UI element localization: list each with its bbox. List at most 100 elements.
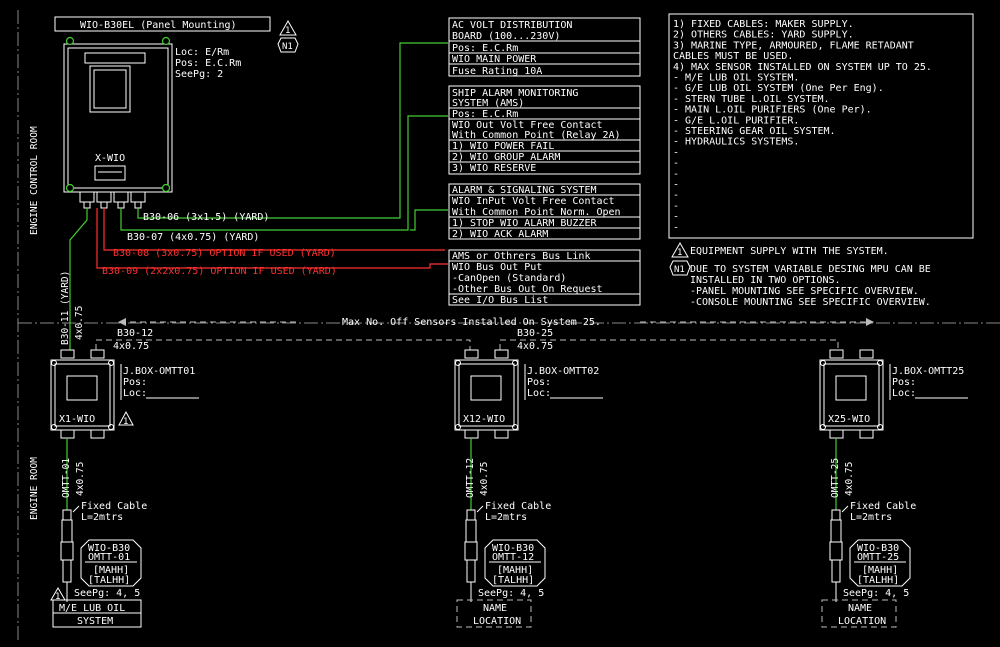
sensor-tag-line: OMTT-12	[492, 552, 534, 563]
note-line: -	[673, 147, 679, 158]
fixed-cable-length: L=2mtrs	[485, 512, 527, 523]
note-line: 2) OTHERS CABLES: YARD SUPPLY.	[673, 30, 854, 41]
legend-n1: N1 DUE TO SYSTEM VARIABLE DESING MPU CAN…	[669, 260, 931, 308]
sensor-tag-line: [TALHH]	[492, 575, 534, 586]
bus-link-b30-12	[95, 339, 471, 350]
svg-text:INSTALLED IN TWO OPTIONS.: INSTALLED IN TWO OPTIONS.	[690, 275, 841, 286]
fixed-cable-label: Fixed Cable	[850, 501, 916, 512]
note-line: 3) MARINE TYPE, ARMOURED, FLAME RETADANT	[673, 40, 914, 51]
mark-one-jbox: 1	[118, 410, 134, 427]
note-line: - M/E LUB OIL SYSTEM.	[673, 73, 799, 84]
panel-glands	[79, 191, 146, 209]
svg-text:1: 1	[677, 248, 682, 258]
svg-text:1: 1	[55, 592, 60, 602]
jbox-label: J.BOX-OMTT02	[527, 366, 599, 377]
alarm-signaling-box: ALARM & SIGNALING SYSTEM WIO InPut Volt …	[448, 183, 641, 240]
junction-boxes: X1-WIOJ.BOX-OMTT01Pos:Loc:1OMTT-01 4x0.75…	[50, 349, 968, 628]
sensor-cable-label: OMTT-25	[830, 458, 841, 498]
max-sensors-note: Max No. Off Sensors Installed On System …	[342, 317, 601, 328]
note-line: - STEERING GEAR OIL SYSTEM.	[673, 126, 836, 137]
cable-size-b30-12: 4x0.75	[113, 341, 149, 352]
svg-text:BOARD (100...230V): BOARD (100...230V)	[452, 31, 560, 42]
jbox-pos: Pos:	[892, 377, 916, 388]
note-line: -	[673, 222, 679, 233]
note-line: -	[673, 201, 679, 212]
svg-text:1: 1	[285, 26, 290, 36]
svg-text:AMS or Othrers Bus Link: AMS or Othrers Bus Link	[452, 251, 590, 262]
cable-label-b30-12: B30-12	[117, 328, 153, 339]
svg-text:3) WIO RESERVE: 3) WIO RESERVE	[452, 163, 536, 174]
fixed-cable-length: L=2mtrs	[850, 512, 892, 523]
svg-text:-CONSOLE MOUNTING SEE SPECIFIC: -CONSOLE MOUNTING SEE SPECIFIC OVERVIEW.	[690, 297, 931, 308]
svg-text:N1: N1	[282, 42, 293, 52]
svg-text:WIO InPut Volt Free Contact: WIO InPut Volt Free Contact	[452, 196, 615, 207]
note-line: 1) FIXED CABLES: MAKER SUPPLY.	[673, 19, 854, 30]
svg-text:1: 1	[123, 417, 128, 427]
note-line: CABLES MUST BE USED.	[673, 51, 793, 62]
panel-loc: Loc: E/Rm	[175, 47, 229, 58]
room-label-engine: ENGINE ROOM	[29, 457, 40, 520]
note-line: -	[673, 158, 679, 169]
note-line: - MAIN L.OIL PURIFIERS (One Per).	[673, 105, 872, 116]
system-location: SYSTEM	[77, 616, 113, 627]
sensor-cable-size: 4x0.75	[844, 462, 855, 496]
junction-box-1: X1-WIOJ.BOX-OMTT01Pos:Loc:1OMTT-01 4x0.75…	[50, 349, 199, 628]
jbox-unit-name: X12-WIO	[463, 414, 505, 425]
svg-text:With Common Point (Relay 2A): With Common Point (Relay 2A)	[452, 130, 621, 141]
svg-text:-Other Bus Out On Request: -Other Bus Out On Request	[452, 284, 603, 295]
note-line: -	[673, 180, 679, 191]
cable-label-b30-25: B30-25	[517, 328, 553, 339]
svg-text:2) WIO GROUP ALARM: 2) WIO GROUP ALARM	[452, 152, 560, 163]
jbox-loc: Loc:	[892, 388, 916, 399]
note-line: -	[673, 169, 679, 180]
sensor-seepg: SeePg: 4, 5	[843, 588, 909, 599]
panel-seepg: SeePg: 2	[175, 69, 223, 80]
sensor-seepg: SeePg: 4, 5	[74, 588, 140, 599]
jbox-label: J.BOX-OMTT25	[892, 366, 964, 377]
jbox-pos: Pos:	[123, 377, 147, 388]
jbox-label: J.BOX-OMTT01	[123, 366, 195, 377]
cable-label-b30-09: B30-09 (2x2x0.75) OPTION IF USED (YARD)	[102, 266, 337, 277]
panel-title: WIO-B30EL (Panel Mounting)	[80, 20, 237, 31]
sensor-cable-label: OMTT-12	[465, 458, 476, 498]
notes-list: 1) FIXED CABLES: MAKER SUPPLY.2) OTHERS …	[673, 19, 932, 233]
wiring-diagram: ENGINE CONTROL ROOM ENGINE ROOM WIO-B30E…	[0, 0, 1000, 647]
panel-display	[89, 65, 131, 113]
system-location: LOCATION	[473, 616, 521, 627]
svg-text:WIO Bus Out Put: WIO Bus Out Put	[452, 262, 542, 273]
fixed-cable-label: Fixed Cable	[81, 501, 147, 512]
sensor-tag-line: OMTT-01	[88, 552, 130, 563]
system-name: NAME	[848, 603, 872, 614]
cable-label-b30-08: B30-08 (3x0.75) OPTION IF USED (YARD)	[113, 248, 336, 259]
bus-link-box: AMS or Othrers Bus Link WIO Bus Out Put …	[448, 249, 641, 306]
panel-pos: Pos: E.C.Rm	[175, 58, 241, 69]
note-line: 4) MAX SENSOR INSTALLED ON SYSTEM UP TO …	[673, 62, 932, 73]
diagram-svg: ENGINE CONTROL ROOM ENGINE ROOM WIO-B30E…	[17, 10, 1000, 640]
jbox-pos: Pos:	[527, 377, 551, 388]
svg-text:With Common Point Norm. Open: With Common Point Norm. Open	[452, 207, 621, 218]
ac-distribution-box: AC VOLT DISTRIBUTION BOARD (100...230V) …	[448, 17, 641, 77]
jbox-loc: Loc:	[527, 388, 551, 399]
svg-text:See I/O Bus List: See I/O Bus List	[452, 295, 548, 306]
cable-size-b30-11: 4x0.75	[74, 306, 85, 340]
svg-text:Fuse Rating 10A: Fuse Rating 10A	[452, 66, 542, 77]
svg-text:Pos: E.C.Rm: Pos: E.C.Rm	[452, 43, 518, 54]
sensor-tag-line: OMTT-25	[857, 552, 899, 563]
note-line: - STERN TUBE L.OIL SYSTEM.	[673, 94, 830, 105]
svg-text:ALARM & SIGNALING SYSTEM: ALARM & SIGNALING SYSTEM	[452, 185, 597, 196]
system-location: LOCATION	[838, 616, 886, 627]
cable-size-b30-25: 4x0.75	[517, 341, 553, 352]
sensor-cable-size: 4x0.75	[479, 462, 490, 496]
svg-text:1) WIO POWER FAIL: 1) WIO POWER FAIL	[452, 141, 554, 152]
svg-text:-CanOpen (Standard): -CanOpen (Standard)	[452, 273, 566, 284]
room-label-control: ENGINE CONTROL ROOM	[29, 126, 40, 235]
note-line: - G/E L.OIL PURIFIER.	[673, 115, 799, 126]
mark-n1-panel: N1	[277, 37, 299, 53]
svg-text:DUE TO SYSTEM VARIABLE DESING: DUE TO SYSTEM VARIABLE DESING MPU CAN BE	[690, 264, 931, 275]
cable-label-b30-11: B30-11 (YARD)	[60, 271, 71, 345]
cable-label-b30-06: B30-06 (3x1.5) (YARD)	[143, 212, 269, 223]
system-name: M/E LUB OIL	[59, 603, 125, 614]
sensor-cable-label: OMTT-01	[61, 458, 72, 498]
svg-text:1) STOP WIO ALARM BUZZER: 1) STOP WIO ALARM BUZZER	[452, 218, 597, 229]
note-line: - HYDRAULICS SYSTEMS.	[673, 137, 799, 148]
